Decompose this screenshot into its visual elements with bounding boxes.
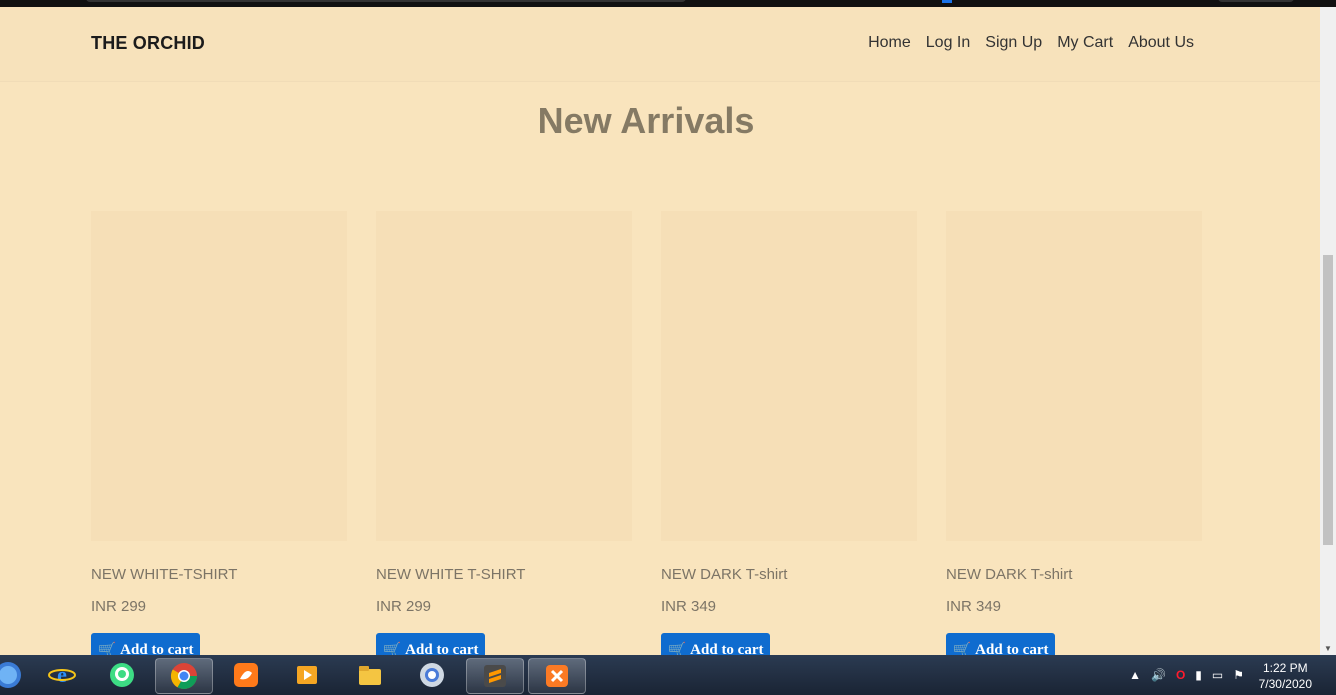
nav-links: Home Log In Sign Up My Cart About Us	[853, 34, 1194, 52]
volume-icon[interactable]: 🔊	[1151, 668, 1166, 682]
product-name: NEW WHITE-TSHIRT	[91, 566, 238, 583]
clock-time: 1:22 PM	[1262, 661, 1308, 675]
product-name: NEW DARK T-shirt	[661, 566, 788, 583]
scrollbar-thumb[interactable]	[1323, 255, 1333, 545]
svg-text:e: e	[57, 662, 67, 687]
taskbar-clock[interactable]: 1:22 PM 7/30/2020	[1259, 660, 1312, 692]
product-price: INR 299	[376, 598, 432, 615]
add-to-cart-label: Add to cart	[120, 641, 194, 656]
product-price: INR 299	[91, 598, 147, 615]
browser-top-bar	[0, 0, 1336, 7]
add-to-cart-button[interactable]: 🛒 Add to cart	[376, 633, 485, 655]
product-image[interactable]	[91, 211, 347, 541]
nav-about-link[interactable]: About Us	[1128, 34, 1194, 52]
cart-icon: 🛒	[97, 642, 117, 656]
nav-cart-link[interactable]: My Cart	[1057, 34, 1113, 52]
cart-icon: 🛒	[667, 642, 687, 656]
android-studio-icon[interactable]	[94, 658, 150, 692]
nav-login-link[interactable]: Log In	[926, 34, 970, 52]
nav-signup-link[interactable]: Sign Up	[985, 34, 1042, 52]
brand-logo[interactable]: THE ORCHID	[91, 33, 205, 54]
product-image[interactable]	[946, 211, 1202, 541]
opera-icon[interactable]: O	[1176, 668, 1185, 682]
product-price: INR 349	[661, 598, 717, 615]
uc-browser-icon[interactable]	[218, 658, 274, 692]
add-to-cart-button[interactable]: 🛒 Add to cart	[91, 633, 200, 655]
product-card: NEW DARK T-shirt INR 349 🛒 Add to cart	[661, 211, 917, 655]
clock-date: 7/30/2020	[1258, 677, 1312, 691]
nav-home-link[interactable]: Home	[868, 34, 911, 52]
browser-button-edge	[1218, 0, 1294, 2]
cart-icon: 🛒	[952, 642, 972, 656]
product-name: NEW DARK T-shirt	[946, 566, 1073, 583]
network-icon[interactable]: ▭	[1212, 668, 1223, 682]
navbar: THE ORCHID Home Log In Sign Up My Cart A…	[0, 7, 1320, 81]
show-hidden-icons-icon[interactable]: ▲	[1129, 668, 1141, 682]
browser-indicator	[942, 0, 952, 3]
chrome-canary-icon[interactable]	[404, 658, 460, 692]
cart-icon: 🛒	[382, 642, 402, 656]
product-card: NEW DARK T-shirt INR 349 🛒 Add to cart	[946, 211, 1202, 655]
add-to-cart-label: Add to cart	[975, 641, 1049, 656]
start-button[interactable]	[0, 658, 36, 692]
product-price: INR 349	[946, 598, 1002, 615]
page-scrollbar[interactable]: ▼	[1320, 7, 1336, 655]
product-card: NEW WHITE-TSHIRT INR 299 🛒 Add to cart	[91, 211, 347, 655]
chrome-icon[interactable]	[155, 658, 213, 694]
product-name: NEW WHITE T-SHIRT	[376, 566, 526, 583]
scroll-down-arrow-icon[interactable]: ▼	[1324, 644, 1332, 653]
product-image[interactable]	[661, 211, 917, 541]
windows-taskbar: e ▲ 🔊 O ▮ ▭ ⚑ 1:22 PM 7/30/2020	[0, 655, 1336, 695]
add-to-cart-label: Add to cart	[690, 641, 764, 656]
product-image[interactable]	[376, 211, 632, 541]
media-player-icon[interactable]	[279, 658, 335, 692]
file-explorer-icon[interactable]	[342, 658, 398, 692]
action-center-flag-icon[interactable]: ⚑	[1233, 668, 1244, 682]
address-bar-edge	[86, 0, 686, 2]
add-to-cart-label: Add to cart	[405, 641, 479, 656]
ie-icon[interactable]: e	[34, 658, 90, 692]
xampp-icon[interactable]	[528, 658, 586, 694]
power-icon[interactable]: ▮	[1195, 668, 1202, 682]
web-page: THE ORCHID Home Log In Sign Up My Cart A…	[0, 7, 1320, 655]
add-to-cart-button[interactable]: 🛒 Add to cart	[661, 633, 770, 655]
add-to-cart-button[interactable]: 🛒 Add to cart	[946, 633, 1055, 655]
section-title: New Arrivals	[537, 100, 755, 141]
sublime-text-icon[interactable]	[466, 658, 524, 694]
product-card: NEW WHITE T-SHIRT INR 299 🛒 Add to cart	[376, 211, 632, 655]
